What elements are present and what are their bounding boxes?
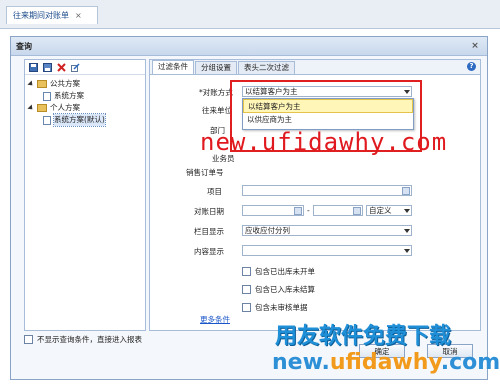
project-label: 项目 — [207, 187, 222, 196]
watermark-brand: 用友软件免费下载 — [275, 324, 452, 349]
sales-order-label: 销售订单号 — [186, 168, 224, 177]
skip-query-checkbox[interactable]: 不显示查询条件，直接进入报表 — [24, 334, 142, 345]
column-display-select[interactable]: 应收应付分列 — [242, 225, 412, 236]
tab-header-filter[interactable]: 表头二次过滤 — [238, 61, 295, 74]
include-received-unsettled-checkbox[interactable]: 包含已入库未结算 — [242, 284, 315, 295]
more-conditions-link[interactable]: 更多条件 — [200, 314, 230, 325]
tree-label: 系统方案 — [54, 91, 84, 100]
recon-mode-dropdown: 以结算客户为主 以供应商为主 — [242, 98, 414, 130]
checkbox-label: 包含已入库未结算 — [255, 285, 315, 294]
scheme-toolbar — [25, 60, 145, 75]
content-display-label: 内容显示 — [194, 247, 224, 256]
date-label: 对账日期 — [194, 207, 224, 216]
calendar-icon[interactable] — [294, 207, 302, 215]
lookup-icon[interactable] — [402, 187, 410, 195]
watermark-part: ufidawhy — [329, 350, 441, 375]
checkbox-box[interactable] — [242, 303, 251, 312]
tree-label: 公共方案 — [50, 79, 80, 88]
tree-node-public[interactable]: 公共方案 — [27, 78, 145, 90]
save-icon[interactable] — [29, 62, 38, 72]
chevron-down-icon[interactable] — [404, 249, 410, 253]
document-tabstrip: 往来期间对账单 × — [0, 0, 500, 29]
tree-label: 个人方案 — [50, 103, 80, 112]
dialog-title: 查询 — [16, 41, 32, 51]
date-from-input[interactable] — [242, 205, 304, 216]
expand-icon[interactable] — [27, 80, 35, 88]
watermark-part: .com — [440, 350, 500, 375]
scheme-panel: 公共方案 系统方案 个人方案 系统方案(默认) — [24, 59, 146, 331]
checkbox-label: 不显示查询条件，直接进入报表 — [37, 335, 142, 344]
filter-panel: 过滤条件 分组设置 表头二次过滤 ? *对账方式 以结算客户为主 往来单位 部门… — [149, 59, 481, 331]
close-icon[interactable]: × — [75, 11, 82, 20]
include-unaudited-checkbox[interactable]: 包含未审核单据 — [242, 302, 308, 313]
watermark-url-blue: new.ufidawhy.com — [272, 350, 500, 375]
recon-mode-value: 以结算客户为主 — [245, 87, 298, 96]
watermark-part: new. — [272, 350, 330, 375]
date-to-input[interactable] — [313, 205, 363, 216]
checkbox-box[interactable] — [242, 267, 251, 276]
scheme-icon — [43, 91, 51, 101]
dialog-titlebar: 查询 × — [11, 37, 487, 56]
recon-mode-label: *对账方式 — [199, 88, 233, 97]
scheme-icon — [43, 115, 51, 125]
watermark-url-red: new.ufidawhy.com — [200, 128, 448, 156]
content-display-select[interactable] — [242, 245, 412, 256]
include-shipped-uninvoiced-checkbox[interactable]: 包含已出库未开单 — [242, 266, 315, 277]
close-icon[interactable]: × — [469, 40, 481, 52]
date-option-value: 自定义 — [369, 206, 392, 215]
checkbox-box[interactable] — [242, 285, 251, 294]
chevron-down-icon[interactable] — [404, 229, 410, 233]
date-range-select[interactable]: 自定义 — [366, 205, 412, 216]
scheme-tree: 公共方案 系统方案 个人方案 系统方案(默认) — [25, 75, 145, 127]
save-as-icon[interactable] — [43, 62, 52, 72]
tab-reconciliation-statement[interactable]: 往来期间对账单 × — [6, 6, 98, 24]
tab-label: 往来期间对账单 — [13, 11, 69, 20]
checkbox-box[interactable] — [24, 335, 33, 344]
tab-filter-conditions[interactable]: 过滤条件 — [152, 60, 194, 74]
calendar-icon[interactable] — [353, 207, 361, 215]
chevron-down-icon[interactable] — [404, 90, 410, 94]
tab-group-settings[interactable]: 分组设置 — [195, 61, 237, 74]
delete-icon[interactable] — [57, 62, 66, 72]
checkbox-label: 包含已出库未开单 — [255, 267, 315, 276]
edit-icon[interactable] — [71, 62, 80, 72]
option-supplier[interactable]: 以供应商为主 — [243, 113, 413, 127]
column-display-value: 应收应付分列 — [245, 226, 290, 235]
filter-tabs: 过滤条件 分组设置 表头二次过滤 ? — [150, 60, 480, 75]
help-icon[interactable]: ? — [467, 62, 476, 71]
tree-label: 系统方案(默认) — [53, 113, 106, 127]
expand-icon[interactable] — [27, 104, 35, 112]
unit-label: 往来单位 — [202, 106, 232, 115]
folder-icon — [37, 104, 47, 112]
recon-mode-select[interactable]: 以结算客户为主 — [242, 86, 412, 97]
option-settle-customer[interactable]: 以结算客户为主 — [243, 99, 413, 113]
date-separator: - — [307, 206, 310, 215]
tree-node-personal-default[interactable]: 系统方案(默认) — [29, 113, 145, 127]
folder-icon — [37, 80, 47, 88]
tree-node-public-system[interactable]: 系统方案 — [29, 90, 145, 102]
project-input[interactable] — [242, 185, 412, 196]
chevron-down-icon[interactable] — [404, 209, 410, 213]
tree-node-personal[interactable]: 个人方案 — [27, 102, 145, 114]
column-display-label: 栏目显示 — [194, 227, 224, 236]
checkbox-label: 包含未审核单据 — [255, 303, 308, 312]
